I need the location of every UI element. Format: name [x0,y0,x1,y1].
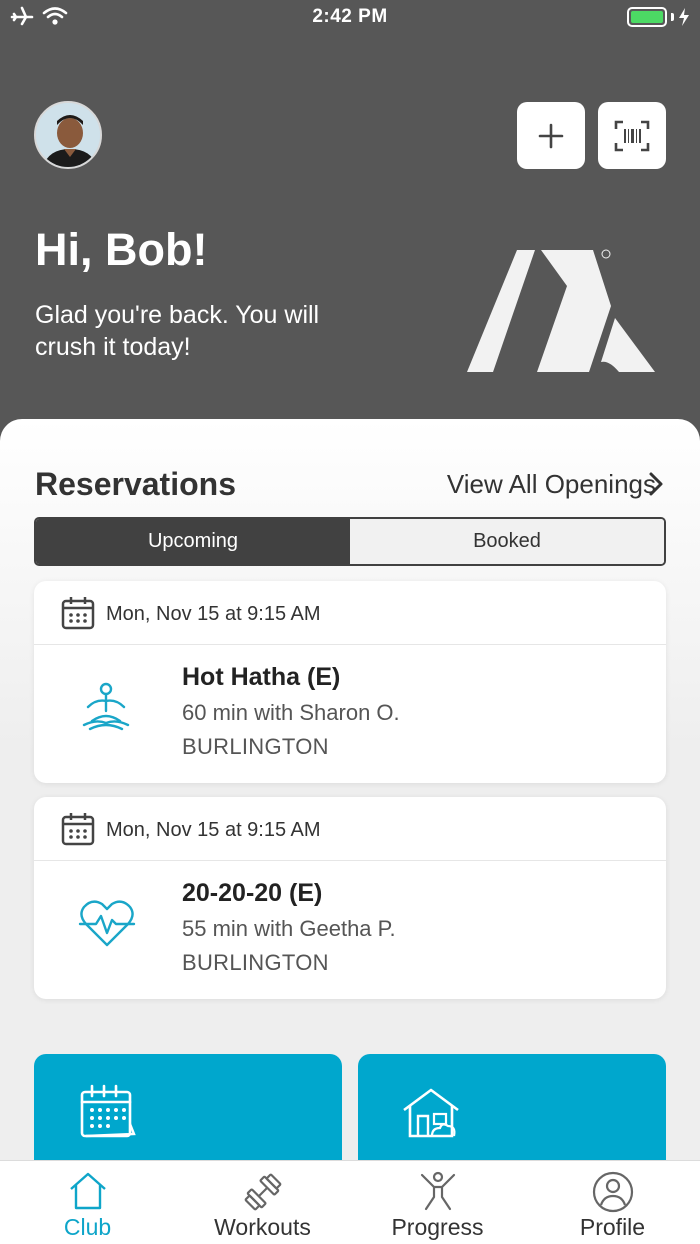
view-all-openings-link[interactable]: View All Openings [447,469,656,500]
reservation-date: Mon, Nov 15 at 9:15 AM [106,819,321,841]
header: 2:42 PM Hi, Bob! Glad you're back. You w… [0,0,700,460]
home-icon [403,1088,459,1138]
status-bar: 2:42 PM [0,0,700,36]
scan-barcode-button[interactable] [598,102,666,169]
heart-pulse-icon [78,900,136,947]
class-name: 20-20-20 (E) [182,879,323,907]
calendar-icon [61,597,95,630]
tab-label: Club [63,1214,112,1240]
class-duration-instructor: 55 min with Geetha P. [182,916,396,941]
tab-progress[interactable]: Progress [350,1161,525,1244]
tab-booked[interactable]: Booked [350,519,664,564]
tab-bar: Club Workouts Progress Profile [0,1160,700,1244]
tab-profile[interactable]: Profile [525,1161,700,1244]
person-jump-icon [420,1171,455,1211]
tab-upcoming[interactable]: Upcoming [36,519,350,564]
tab-workouts[interactable]: Workouts [175,1161,350,1244]
charging-bolt-icon [679,8,689,26]
class-location: BURLINGTON [182,950,329,975]
battery-icon [627,7,667,27]
reservations-segmented-control: Upcoming Booked [34,517,666,566]
dumbbell-icon [244,1173,281,1211]
tab-label: Progress [391,1214,484,1240]
reservations-title: Reservations [35,466,236,502]
plus-icon [538,123,564,148]
home-workouts-tile[interactable] [358,1054,666,1174]
status-time: 2:42 PM [312,6,388,27]
greeting-subtitle: Glad you're back. You will crush it toda… [35,301,320,361]
home-outline-icon [69,1172,106,1210]
tab-label: Profile [579,1214,646,1240]
barcode-scan-icon [614,120,650,151]
class-name: Hot Hatha (E) [182,663,341,691]
greeting: Hi, Bob! [35,224,208,275]
status-right [627,7,690,27]
reservation-date-row: Mon, Nov 15 at 9:15 AM [34,797,666,861]
avatar-photo [36,103,100,167]
class-duration-instructor: 60 min with Sharon O. [182,700,400,725]
yoga-icon [82,682,130,731]
class-location: BURLINGTON [182,734,329,759]
add-button[interactable] [517,102,585,169]
brand-logo [467,249,655,372]
reservation-date-row: Mon, Nov 15 at 9:15 AM [34,581,666,645]
schedule-tile[interactable] [34,1054,342,1174]
chevron-right-icon[interactable] [648,471,664,497]
reservation-date: Mon, Nov 15 at 9:15 AM [106,603,321,625]
calendar-icon [61,813,95,846]
main-content: Reservations View All Openings Upcoming … [0,419,700,1244]
tab-club[interactable]: Club [0,1161,175,1244]
user-circle-icon [592,1171,633,1213]
calendar-icon [80,1084,136,1138]
reservation-card[interactable]: Mon, Nov 15 at 9:15 AM Hot Hatha (E) 60 … [34,581,666,783]
reservation-card[interactable]: Mon, Nov 15 at 9:15 AM 20-20-20 (E) 55 m… [34,797,666,999]
avatar[interactable] [34,101,102,169]
tab-label: Workouts [214,1214,311,1240]
